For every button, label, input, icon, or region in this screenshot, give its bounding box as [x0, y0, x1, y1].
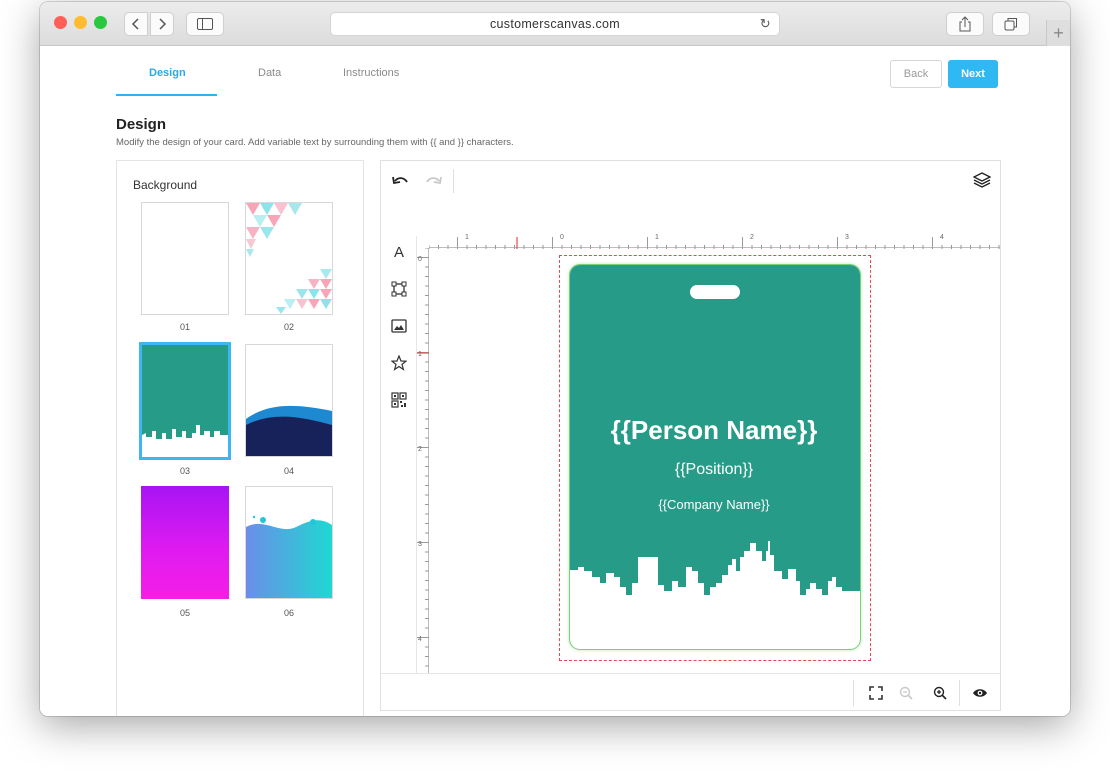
ruler-top-label: 1: [655, 234, 659, 241]
new-tab-button[interactable]: +: [1046, 20, 1070, 46]
toolbar-separator: [853, 680, 854, 706]
background-label-01: 01: [179, 322, 190, 332]
browser-window: customerscanvas.com ↻ + Design Data Inst…: [40, 2, 1070, 716]
background-thumb-02[interactable]: [245, 202, 333, 315]
next-button[interactable]: Next: [948, 60, 998, 88]
ruler-left-label: 2: [418, 446, 422, 453]
bounding-box-icon: [391, 281, 407, 297]
horizontal-ruler: 1 0 1 2 3 4: [428, 234, 1000, 249]
undo-button[interactable]: [389, 171, 411, 193]
tab-design[interactable]: Design: [149, 67, 186, 79]
zoom-out-button[interactable]: [895, 682, 917, 704]
page-title: Design: [116, 116, 167, 133]
ruler-left-label: 3: [418, 541, 422, 548]
green-skyline-pattern: [142, 345, 228, 457]
image-tool-button[interactable]: [388, 315, 410, 337]
horizontal-ruler-ticks: [428, 237, 1000, 249]
background-label-06: 06: [283, 608, 294, 618]
ruler-top-label: 3: [845, 234, 849, 241]
share-icon: [959, 16, 971, 32]
zoom-in-icon: [933, 686, 947, 700]
layers-icon: [973, 172, 991, 188]
company-name-text[interactable]: {{Company Name}}: [570, 497, 858, 512]
url-text: customerscanvas.com: [489, 17, 621, 31]
chevron-left-icon: [131, 18, 139, 30]
ruler-left-label: 0: [418, 256, 422, 263]
badge-card[interactable]: {{Person Name}} {{Position}} {{Company N…: [570, 265, 860, 649]
background-heading: Background: [133, 178, 198, 192]
background-panel: Background 01 02 03 04 05 06: [116, 160, 364, 716]
fit-to-screen-button[interactable]: [865, 682, 887, 704]
background-label-04: 04: [283, 466, 294, 476]
person-name-text[interactable]: {{Person Name}}: [570, 415, 858, 446]
toolbar-separator: [959, 680, 960, 706]
tab-instructions[interactable]: Instructions: [343, 67, 399, 79]
zoom-window-button[interactable]: [94, 16, 107, 29]
tabs-overview-button[interactable]: [992, 12, 1030, 36]
expand-icon: [869, 686, 883, 700]
ruler-left-label: 4: [418, 636, 422, 643]
design-editor: A 1 0 1 2 3 4 0 1 2 3 4 {{Person Name}} …: [380, 160, 1001, 711]
badge-background: [570, 265, 860, 649]
preview-button[interactable]: [969, 682, 991, 704]
browser-titlebar: customerscanvas.com ↻ +: [40, 2, 1070, 46]
text-tool-icon[interactable]: A: [388, 241, 410, 263]
chevron-right-icon: [159, 18, 167, 30]
back-button[interactable]: Back: [890, 60, 942, 88]
layers-button[interactable]: [971, 169, 993, 191]
ruler-top-label: 2: [750, 234, 754, 241]
design-canvas[interactable]: {{Person Name}} {{Position}} {{Company N…: [430, 249, 1000, 673]
background-label-03: 03: [179, 466, 190, 476]
background-label-02: 02: [283, 322, 294, 332]
ruler-top-label: 0: [560, 234, 564, 241]
vertical-ruler-ticks: [417, 247, 429, 667]
editor-top-toolbar: [381, 161, 1000, 236]
ruler-top-label: 1: [465, 234, 469, 241]
tab-data[interactable]: Data: [258, 67, 281, 79]
page-subtitle: Modify the design of your card. Add vari…: [116, 137, 514, 148]
star-icon: [391, 355, 407, 371]
toolbar-separator: [453, 169, 454, 193]
reload-icon[interactable]: ↻: [760, 16, 771, 32]
background-label-05: 05: [179, 608, 190, 618]
gradient-wave-pattern: [246, 515, 332, 598]
sidebar-toggle-button[interactable]: [186, 12, 224, 36]
close-window-button[interactable]: [54, 16, 67, 29]
background-thumb-06[interactable]: [245, 486, 333, 599]
app-content: Design Data Instructions Back Next Desig…: [40, 46, 1070, 716]
ruler-top-label: 4: [940, 234, 944, 241]
redo-icon: [426, 176, 442, 185]
zoom-out-icon: [899, 686, 913, 700]
background-thumb-04[interactable]: [245, 344, 333, 457]
forward-nav-button[interactable]: [150, 12, 174, 36]
triangles-pattern: [246, 203, 332, 314]
ruler-left-label: 1: [418, 351, 422, 358]
undo-icon: [392, 176, 408, 185]
redo-button[interactable]: [423, 171, 445, 193]
qr-code-icon: [391, 392, 407, 408]
tabs-icon: [1004, 18, 1017, 31]
back-nav-button[interactable]: [124, 12, 148, 36]
editor-bottom-toolbar: [381, 673, 1000, 711]
zoom-in-button[interactable]: [929, 682, 951, 704]
sidebar-icon: [197, 18, 213, 30]
shape-tool-button[interactable]: [388, 278, 410, 300]
active-tab-indicator: [116, 94, 217, 96]
editor-tool-sidebar: A: [381, 236, 417, 673]
clipart-tool-button[interactable]: [388, 352, 410, 374]
vertical-ruler: 0 1 2 3 4: [417, 247, 429, 673]
minimize-window-button[interactable]: [74, 16, 87, 29]
eye-icon: [973, 689, 987, 697]
background-thumb-05[interactable]: [141, 486, 229, 599]
position-text[interactable]: {{Position}}: [570, 461, 858, 479]
share-button[interactable]: [946, 12, 984, 36]
qr-code-tool-button[interactable]: [388, 389, 410, 411]
background-thumb-03[interactable]: [139, 342, 231, 460]
image-icon: [391, 319, 407, 333]
background-thumb-01[interactable]: [141, 202, 229, 315]
address-bar[interactable]: customerscanvas.com ↻: [330, 12, 780, 36]
navy-wave-pattern: [246, 405, 332, 456]
